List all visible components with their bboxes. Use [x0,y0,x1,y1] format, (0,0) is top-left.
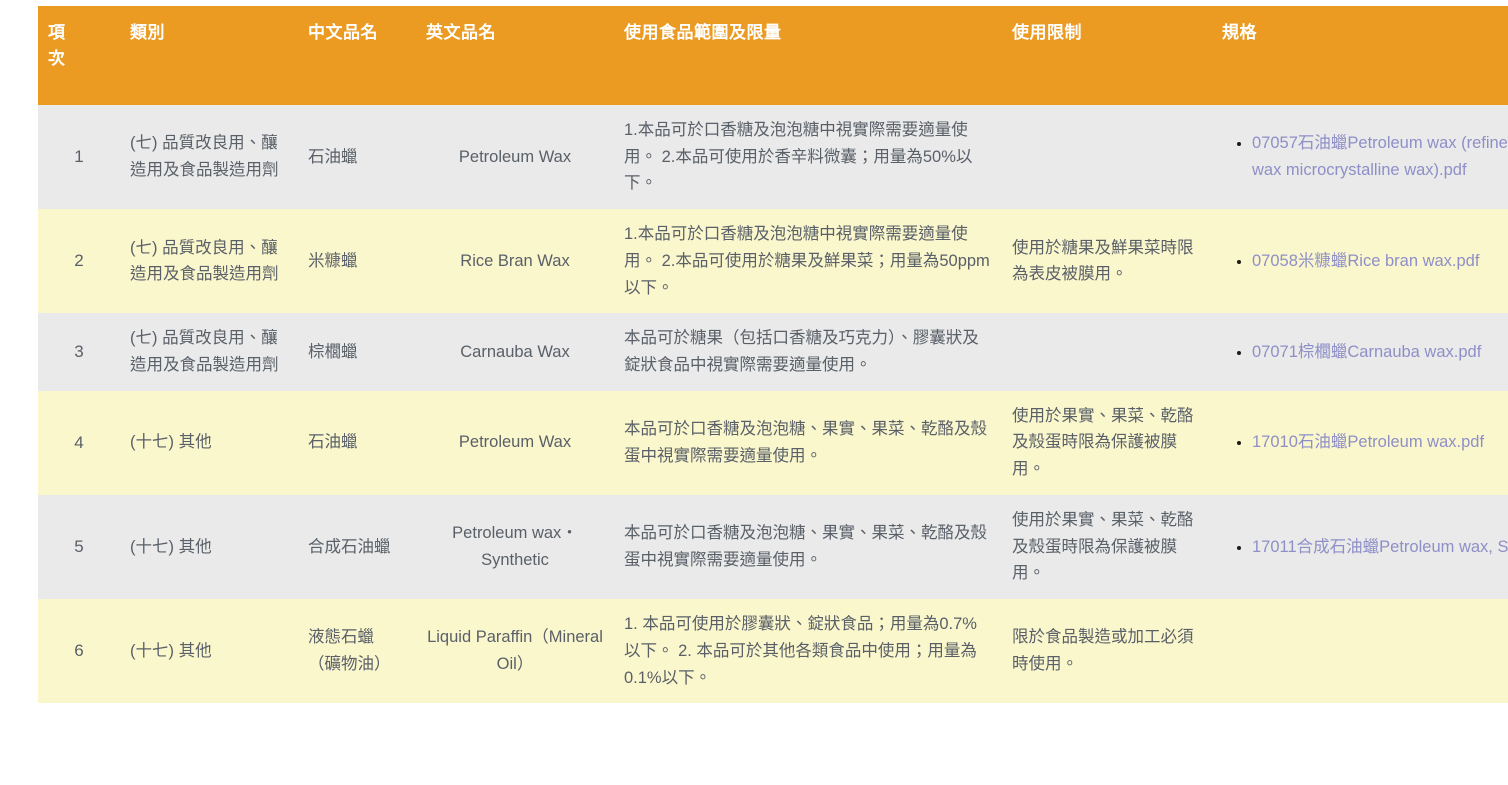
specification-empty [1222,651,1508,652]
list-item: 17010石油蠟Petroleum wax.pdf [1252,429,1508,456]
cell-category: (十七) 其他 [120,599,298,704]
cell-chinese-name: 液態石蠟（礦物油） [298,599,416,704]
table-row: 5 (十七) 其他 合成石油蠟 Petroleum wax・Synthetic 本品可於… [38,494,1508,600]
cell-category: (十七) 其他 [120,494,298,600]
column-header-usage-scope: 使用食品範圍及限量 [614,6,1002,105]
column-header-item-number-line1: 項 [48,23,66,42]
table-row: 4 (十七) 其他 石油蠟 Petroleum Wax 本品可於口香糖及泡泡糖、果實、果… [38,390,1508,495]
column-header-usage-limit: 使用限制 [1002,6,1212,105]
cell-usage-scope: 1. 本品可使用於膠囊狀、錠狀食品；用量為0.7%以下。 2. 本品可於其他各類… [614,599,1002,704]
cell-specification: 17011合成石油蠟Petroleum wax, Synthetic.pdf [1212,494,1508,600]
food-additive-spec-table: 項次 類別 中文品名 英文品名 使用食品範圍及限量 使用限制 規格 1 (七) 品… [38,6,1508,704]
specification-list: 17011合成石油蠟Petroleum wax, Synthetic.pdf [1222,534,1508,561]
cell-category: (七) 品質改良用、釀造用及食品製造用劑 [120,105,298,210]
cell-english-name: Petroleum Wax [416,390,614,495]
column-header-item-number: 項次 [38,6,120,105]
specification-list: 07058米糠蠟Rice bran wax.pdf [1222,248,1508,275]
cell-item-number: 5 [38,494,120,600]
column-header-chinese-name: 中文品名 [298,6,416,105]
cell-specification: 17010石油蠟Petroleum wax.pdf [1212,390,1508,495]
column-header-item-number-line2: 次 [48,48,66,68]
table-row: 6 (十七) 其他 液態石蠟（礦物油） Liquid Paraffin（Mineral… [38,599,1508,704]
cell-specification: 07071棕櫚蠟Carnauba wax.pdf [1212,313,1508,391]
specification-list: 17010石油蠟Petroleum wax.pdf [1222,429,1508,456]
specification-pdf-link[interactable]: 17010石油蠟Petroleum wax.pdf [1252,433,1484,451]
cell-usage-limit: 限於食品製造或加工必須時使用。 [1002,599,1212,704]
cell-english-name: Carnauba Wax [416,313,614,391]
cell-usage-scope: 本品可於糖果（包括口香糖及巧克力）、膠囊狀及錠狀食品中視實際需要適量使用。 [614,313,1002,391]
cell-item-number: 6 [38,599,120,704]
cell-chinese-name: 合成石油蠟 [298,494,416,600]
column-header-category: 類別 [120,6,298,105]
cell-specification: 07057石油蠟Petroleum wax (refined paraffin … [1212,105,1508,210]
cell-chinese-name: 石油蠟 [298,105,416,210]
cell-english-name: Petroleum wax・Synthetic [416,494,614,600]
cell-english-name: Rice Bran Wax [416,209,614,314]
list-item: 07058米糠蠟Rice bran wax.pdf [1252,248,1508,275]
specification-pdf-link[interactable]: 17011合成石油蠟Petroleum wax, Synthetic.pdf [1252,538,1508,556]
column-header-specification: 規格 [1212,6,1508,105]
table-row: 2 (七) 品質改良用、釀造用及食品製造用劑 米糠蠟 Rice Bran Wax 1.本… [38,209,1508,314]
cell-usage-scope: 本品可於口香糖及泡泡糖、果實、果菜、乾酪及殼蛋中視實際需要適量使用。 [614,390,1002,495]
cell-chinese-name: 米糠蠟 [298,209,416,314]
table-row: 3 (七) 品質改良用、釀造用及食品製造用劑 棕櫚蠟 Carnauba Wax 本品可於… [38,313,1508,391]
specification-list: 07071棕櫚蠟Carnauba wax.pdf [1222,339,1508,366]
list-item: 17011合成石油蠟Petroleum wax, Synthetic.pdf [1252,534,1508,561]
cell-item-number: 1 [38,105,120,210]
table-header: 項次 類別 中文品名 英文品名 使用食品範圍及限量 使用限制 規格 [38,6,1508,105]
cell-category: (七) 品質改良用、釀造用及食品製造用劑 [120,209,298,314]
cell-english-name: Petroleum Wax [416,105,614,210]
cell-item-number: 4 [38,390,120,495]
table-header-row: 項次 類別 中文品名 英文品名 使用食品範圍及限量 使用限制 規格 [38,6,1508,105]
cell-usage-limit: 使用於果實、果菜、乾酪及殼蛋時限為保護被膜用。 [1002,494,1212,600]
cell-category: (七) 品質改良用、釀造用及食品製造用劑 [120,313,298,391]
cell-usage-limit [1002,105,1212,210]
cell-english-name: Liquid Paraffin（Mineral Oil） [416,599,614,704]
list-item: 07071棕櫚蠟Carnauba wax.pdf [1252,339,1508,366]
specification-list: 07057石油蠟Petroleum wax (refined paraffin … [1222,130,1508,183]
specification-pdf-link[interactable]: 07071棕櫚蠟Carnauba wax.pdf [1252,343,1481,361]
cell-usage-limit [1002,313,1212,391]
table-body: 1 (七) 品質改良用、釀造用及食品製造用劑 石油蠟 Petroleum Wax 1.本… [38,105,1508,704]
cell-specification: 07058米糠蠟Rice bran wax.pdf [1212,209,1508,314]
cell-category: (十七) 其他 [120,390,298,495]
cell-specification [1212,599,1508,704]
cell-chinese-name: 棕櫚蠟 [298,313,416,391]
column-header-english-name: 英文品名 [416,6,614,105]
cell-item-number: 2 [38,209,120,314]
cell-item-number: 3 [38,313,120,391]
specification-pdf-link[interactable]: 07058米糠蠟Rice bran wax.pdf [1252,252,1479,270]
specification-pdf-link[interactable]: 07057石油蠟Petroleum wax (refined paraffin … [1252,134,1508,179]
cell-usage-scope: 1.本品可於口香糖及泡泡糖中視實際需要適量使用。 2.本品可使用於糖果及鮮果菜；… [614,209,1002,314]
cell-usage-limit: 使用於果實、果菜、乾酪及殼蛋時限為保護被膜用。 [1002,390,1212,495]
list-item: 07057石油蠟Petroleum wax (refined paraffin … [1252,130,1508,183]
table-row: 1 (七) 品質改良用、釀造用及食品製造用劑 石油蠟 Petroleum Wax 1.本… [38,105,1508,210]
cell-chinese-name: 石油蠟 [298,390,416,495]
cell-usage-scope: 1.本品可於口香糖及泡泡糖中視實際需要適量使用。 2.本品可使用於香辛料微囊；用… [614,105,1002,210]
cell-usage-limit: 使用於糖果及鮮果菜時限為表皮被膜用。 [1002,209,1212,314]
page-root: 項次 類別 中文品名 英文品名 使用食品範圍及限量 使用限制 規格 1 (七) 品… [0,0,1508,785]
cell-usage-scope: 本品可於口香糖及泡泡糖、果實、果菜、乾酪及殼蛋中視實際需要適量使用。 [614,494,1002,600]
